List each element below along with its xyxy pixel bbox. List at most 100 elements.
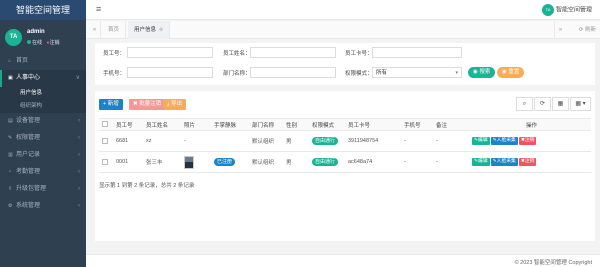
chevron-left-icon: ‹ <box>78 152 80 158</box>
tabs-back-icon[interactable]: « <box>89 21 101 39</box>
export-button[interactable]: ⤓ 导出 <box>163 99 186 110</box>
home-icon: ⌂ <box>8 58 12 64</box>
employee-photo[interactable] <box>184 155 194 169</box>
app-title: 智能空间管理 <box>0 0 86 20</box>
sidebar: 智能空间管理 TA admin 在线 ●注销 ⌂ 首页 ▣ 人事中心 ∨ 用户信息 … <box>0 0 86 267</box>
cell-name: 张三丰 <box>143 151 181 173</box>
sidebar-item-attendance[interactable]: ◔ 考勤管理 ‹ <box>0 164 86 181</box>
chevron-left-icon: ‹ <box>78 118 80 124</box>
sidebar-item-label: 用户记录 <box>16 152 41 158</box>
sidebar-subitem-user-info[interactable]: 用户信息 <box>0 87 86 100</box>
sidebar-item-label: 权限管理 <box>16 135 41 141</box>
dept-input[interactable] <box>250 67 336 78</box>
cell-note: - <box>433 130 469 152</box>
main-panel: + 新增 ✖ 批量注销 ⤓ 导出 ⌕ ⟳ ▦ ▦ ▾ 员工号 员工姓名 照片 手… <box>95 91 595 241</box>
col-header[interactable]: 手机号 <box>401 118 433 131</box>
col-header[interactable]: 部门名称 <box>249 118 283 131</box>
cancel-button[interactable]: ✖注销 <box>518 158 537 166</box>
row-checkbox[interactable] <box>102 137 108 144</box>
cell-name: xz <box>143 130 181 152</box>
top-user-menu[interactable]: TA 智能空间管理 <box>541 4 592 17</box>
face-capture-button[interactable]: ✎人脸采集 <box>490 158 518 166</box>
profile-name: admin <box>27 29 45 35</box>
online-dot-icon <box>27 40 31 44</box>
columns-icon[interactable]: ▦ <box>552 97 569 111</box>
perm-select[interactable]: 所有 ▾ <box>372 67 462 78</box>
cell-photo: - <box>181 130 211 152</box>
sidebar-item-upgrade[interactable]: ⇪ 升级包管理 ‹ <box>0 181 86 198</box>
select-all-checkbox[interactable] <box>102 121 108 128</box>
cell-phone: - <box>401 130 433 152</box>
cell-photo <box>181 151 211 173</box>
card-no-input[interactable] <box>372 47 462 58</box>
reset-button[interactable]: ◉ 重置 <box>497 67 525 78</box>
top-user-label: 智能空间管理 <box>555 7 592 14</box>
emp-no-label: 员工号： <box>103 51 126 57</box>
id-card-icon: ▣ <box>8 75 13 81</box>
sidebar-item-records[interactable]: ▥ 用户记录 ‹ <box>0 147 86 164</box>
profile-block: TA admin 在线 ●注销 <box>0 20 86 53</box>
close-icon[interactable]: ⊗ <box>159 27 163 33</box>
cell-perm: 自由通行 <box>309 151 345 173</box>
record-icon: ▥ <box>8 152 13 158</box>
sidebar-subitem-org[interactable]: 组织架构 <box>0 100 86 113</box>
chevron-left-icon: ‹ <box>78 203 80 209</box>
cell-vein: 已注册 <box>211 151 249 173</box>
batch-cancel-button[interactable]: ✖ 批量注销 <box>129 99 166 110</box>
grid-view-icon[interactable]: ▦ ▾ <box>570 97 591 111</box>
cancel-button[interactable]: ✖注销 <box>518 137 537 145</box>
add-button[interactable]: + 新增 <box>99 99 123 110</box>
profile-status: 在线 ●注销 <box>27 39 59 46</box>
col-header[interactable]: 员工卡号 <box>345 118 401 131</box>
tab-label: 用户信息 <box>134 27 157 33</box>
col-header[interactable]: 性别 <box>283 118 309 131</box>
col-header[interactable]: 员工姓名 <box>143 118 181 131</box>
table-row[interactable]: 6681 xz - 默认组织 男 自由通行 3911948754 - - ✎编辑… <box>99 130 591 152</box>
cell-gender: 男 <box>283 151 309 173</box>
sidebar-item-device[interactable]: ▤ 设备管理 ‹ <box>0 113 86 130</box>
upgrade-icon: ⇪ <box>8 186 13 192</box>
tab-home[interactable]: 首页 <box>102 21 127 39</box>
sidebar-item-system[interactable]: ⚙ 系统管理 ‹ <box>0 198 86 215</box>
edit-button[interactable]: ✎编辑 <box>472 158 490 166</box>
search-button[interactable]: ◉ 搜索 <box>468 67 496 78</box>
emp-no-input[interactable] <box>127 47 213 58</box>
col-header[interactable]: 权限模式 <box>309 118 345 131</box>
cell-dept: 默认组织 <box>249 130 283 152</box>
avatar[interactable]: TA <box>5 29 22 46</box>
sidebar-submenu: 用户信息 组织架构 <box>0 87 86 113</box>
perm-select-value: 所有 <box>376 70 388 76</box>
sidebar-item-personnel[interactable]: ▣ 人事中心 ∨ <box>0 70 86 87</box>
emp-name-input[interactable] <box>250 47 336 58</box>
col-header: 照片 <box>181 118 211 131</box>
perm-badge: 自由通行 <box>312 137 339 145</box>
tab-user-info[interactable]: 用户信息 ⊗ <box>128 21 171 39</box>
logout-link[interactable]: 注销 <box>49 40 59 46</box>
phone-input[interactable] <box>127 67 213 78</box>
table-row[interactable]: 0001 张三丰 已注册 默认组织 男 自由通行 ac648a74 - - ✎编… <box>99 151 591 173</box>
row-checkbox[interactable] <box>102 158 108 165</box>
device-icon: ▤ <box>8 118 13 124</box>
face-capture-button[interactable]: ✎人脸采集 <box>490 137 518 145</box>
refresh-button[interactable]: ⟳ 刷新 <box>579 21 596 39</box>
edit-button[interactable]: ✎编辑 <box>472 137 490 145</box>
sidebar-item-rights[interactable]: ✎ 权限管理 ‹ <box>0 130 86 147</box>
sidebar-item-home[interactable]: ⌂ 首页 <box>0 53 86 70</box>
cell-dept: 默认组织 <box>249 151 283 173</box>
perm-badge: 自由通行 <box>312 158 339 166</box>
cell-emp-no: 6681 <box>113 130 143 152</box>
sidebar-item-label: 考勤管理 <box>16 169 41 175</box>
cell-phone: - <box>401 151 433 173</box>
menu-toggle-icon[interactable]: ≡ <box>96 5 101 14</box>
select-all-cell <box>99 118 113 131</box>
users-table: 员工号 员工姓名 照片 手掌静脉 部门名称 性别 权限模式 员工卡号 手机号 备… <box>99 118 591 173</box>
row-select-cell <box>99 151 113 173</box>
emp-name-label: 员工姓名： <box>223 51 251 57</box>
col-header[interactable]: 员工号 <box>113 118 143 131</box>
refresh-icon[interactable]: ⟳ <box>534 97 551 111</box>
col-header: 操作 <box>469 118 591 131</box>
search-icon[interactable]: ⌕ <box>516 97 533 111</box>
phone-label: 手机号： <box>103 71 126 77</box>
tabs-forward-icon[interactable]: » <box>554 21 566 39</box>
online-status: 在线 <box>32 40 43 46</box>
